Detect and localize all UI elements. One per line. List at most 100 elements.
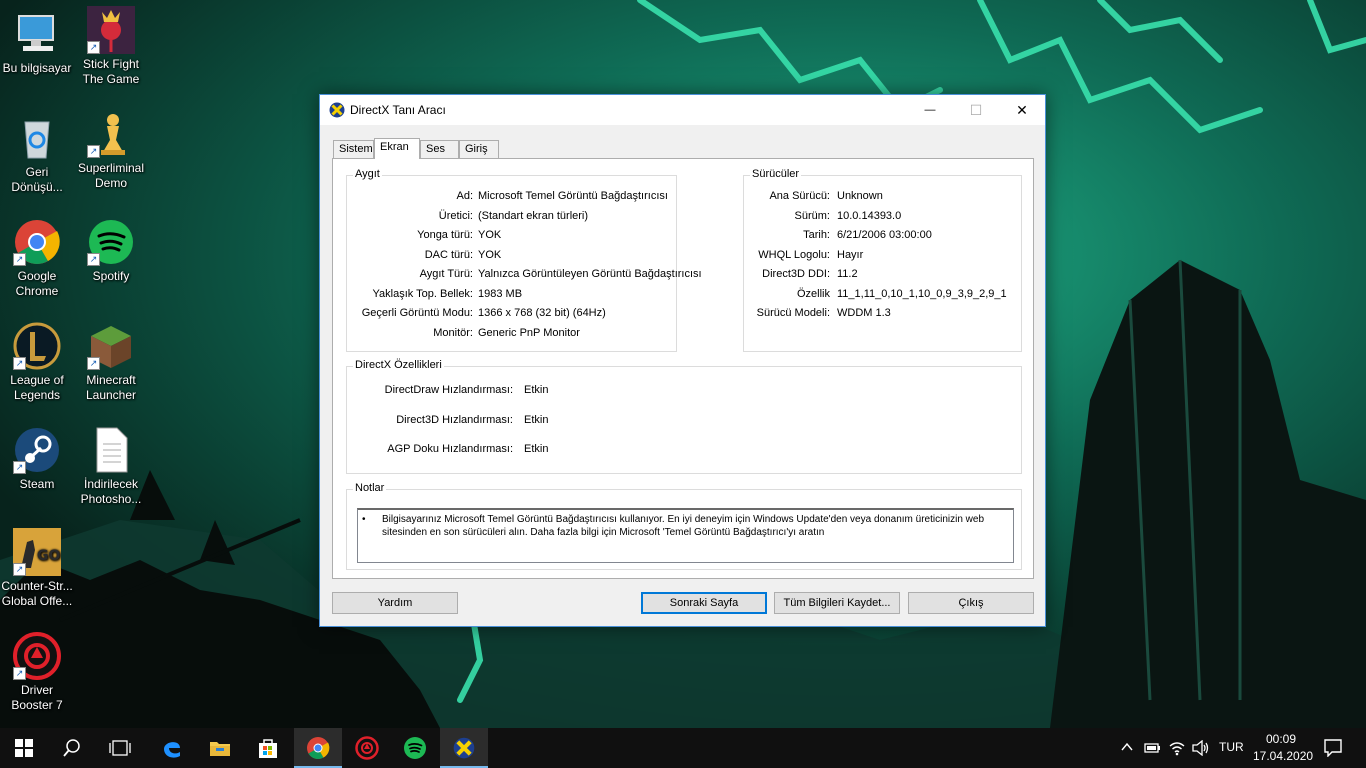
search-button[interactable] bbox=[48, 728, 96, 768]
field-value: 11.2 bbox=[837, 268, 858, 280]
desktop-icon-this-pc[interactable]: Bu bilgisayar bbox=[0, 10, 74, 76]
volume-icon[interactable] bbox=[1192, 740, 1210, 756]
spotify-icon: ↗ bbox=[87, 218, 135, 266]
field-label: Sürüm: bbox=[794, 210, 830, 222]
field-value: Etkin bbox=[524, 443, 549, 455]
display-tab-panel: Aygıt Ad: Microsoft Temel Görüntü Bağdaş… bbox=[332, 158, 1034, 579]
action-center-icon[interactable] bbox=[1324, 739, 1342, 757]
desktop-icon-label: Driver Booster 7 bbox=[11, 683, 63, 712]
desktop-icon-league[interactable]: ↗ League of Legends bbox=[0, 322, 74, 403]
driver-booster-taskbar-button[interactable] bbox=[343, 728, 391, 768]
edge-icon bbox=[164, 742, 180, 758]
directx-features-group: DirectX Özellikleri DirectDraw Hızlandır… bbox=[346, 359, 1022, 474]
field-label: Sürücü Modeli: bbox=[756, 307, 830, 319]
notes-text-box[interactable]: • Bilgisayarınız Microsoft Temel Görüntü… bbox=[357, 508, 1014, 563]
field-label: AGP Doku Hızlandırması: bbox=[387, 443, 513, 455]
tab-system[interactable]: Sistem bbox=[333, 140, 374, 158]
field-label: Tarih: bbox=[803, 229, 830, 241]
spotify-taskbar-button[interactable] bbox=[391, 728, 439, 768]
field-label: Ana Sürücü: bbox=[769, 190, 830, 202]
steam-icon: ↗ bbox=[13, 426, 61, 474]
edge-button[interactable] bbox=[148, 728, 196, 768]
store-button[interactable] bbox=[244, 728, 292, 768]
desktop-icon-csgo[interactable]: GO ↗ Counter-Str... Global Offe... bbox=[0, 528, 74, 609]
computer-icon bbox=[13, 10, 61, 58]
field-value: Unknown bbox=[837, 190, 883, 202]
shortcut-arrow-icon: ↗ bbox=[87, 357, 100, 370]
field-value: 1366 x 768 (32 bit) (64Hz) bbox=[478, 307, 606, 319]
clock-time[interactable]: 00:09 bbox=[1266, 732, 1296, 746]
exit-button[interactable]: Çıkış bbox=[908, 592, 1034, 614]
field-value: 11_1,11_0,10_1,10_0,9_3,9_2,9_1 bbox=[837, 288, 1007, 300]
directx-taskbar-button[interactable] bbox=[440, 728, 488, 768]
help-button[interactable]: Yardım bbox=[332, 592, 458, 614]
minimize-button[interactable]: — bbox=[907, 95, 953, 125]
window-title: DirectX Tanı Aracı bbox=[350, 103, 446, 117]
notes-bullet: • bbox=[362, 514, 366, 525]
desktop-icon-superliminal[interactable]: ↗ Superliminal Demo bbox=[74, 110, 148, 191]
desktop-icon-label: Counter-Str... Global Offe... bbox=[1, 579, 73, 608]
recycle-bin-icon bbox=[13, 114, 61, 162]
desktop-icon-recycle-bin[interactable]: Geri Dönüşü... bbox=[0, 114, 74, 195]
shortcut-arrow-icon: ↗ bbox=[87, 145, 100, 158]
field-value: (Standart ekran türleri) bbox=[478, 210, 589, 222]
desktop-icon-spotify[interactable]: ↗ Spotify bbox=[74, 218, 148, 284]
desktop-icon-steam[interactable]: ↗ Steam bbox=[0, 426, 74, 492]
directx-icon bbox=[329, 102, 345, 118]
directx-icon bbox=[453, 737, 475, 759]
desktop-icon-driver-booster[interactable]: ↗ Driver Booster 7 bbox=[0, 632, 74, 713]
field-value: Hayır bbox=[837, 249, 864, 261]
next-page-button[interactable]: Sonraki Sayfa bbox=[641, 592, 767, 614]
store-icon bbox=[259, 739, 277, 758]
clock-date[interactable]: 17.04.2020 bbox=[1253, 749, 1313, 763]
desktop-icon-stick-fight[interactable]: ↗ Stick Fight The Game bbox=[74, 6, 148, 87]
field-value: Generic PnP Monitor bbox=[478, 327, 580, 339]
field-value: Yalnızca Görüntüleyen Görüntü Bağdaştırı… bbox=[478, 268, 702, 280]
directx-diagnostic-window: DirectX Tanı Aracı — ☐ ✕ Sistem Ekran Se… bbox=[319, 94, 1046, 627]
shortcut-arrow-icon: ↗ bbox=[87, 41, 100, 54]
device-group: Aygıt Ad: Microsoft Temel Görüntü Bağdaş… bbox=[346, 168, 702, 352]
tab-display[interactable]: Ekran bbox=[374, 138, 420, 159]
minecraft-icon: ↗ bbox=[87, 322, 135, 370]
superliminal-icon: ↗ bbox=[87, 110, 135, 158]
shortcut-arrow-icon: ↗ bbox=[13, 357, 26, 370]
title-bar[interactable]: DirectX Tanı Aracı — ☐ ✕ bbox=[320, 95, 1045, 125]
close-button[interactable]: ✕ bbox=[999, 95, 1045, 125]
field-value: WDDM 1.3 bbox=[837, 307, 891, 319]
desktop-icon-chrome[interactable]: ↗ Google Chrome bbox=[0, 218, 74, 299]
start-icon bbox=[15, 739, 33, 757]
language-indicator[interactable]: TUR bbox=[1219, 740, 1244, 754]
desktop-icon-label: Minecraft Launcher bbox=[85, 373, 137, 402]
show-hidden-icons-chevron-icon[interactable] bbox=[1121, 742, 1133, 752]
desktop-icon-label: Stick Fight The Game bbox=[82, 57, 140, 86]
svg-text:GO: GO bbox=[37, 548, 60, 564]
wifi-icon[interactable] bbox=[1168, 740, 1186, 756]
chrome-icon: ↗ bbox=[13, 218, 61, 266]
tab-input[interactable]: Giriş bbox=[459, 140, 499, 158]
file-explorer-icon bbox=[210, 742, 230, 756]
field-label: Ad: bbox=[456, 190, 473, 202]
spotify-icon bbox=[404, 737, 426, 759]
file-explorer-button[interactable] bbox=[196, 728, 244, 768]
desktop-icon-minecraft[interactable]: ↗ Minecraft Launcher bbox=[74, 322, 148, 403]
search-icon bbox=[63, 739, 80, 757]
driver-booster-icon: ↗ bbox=[13, 632, 61, 680]
field-value: YOK bbox=[478, 249, 502, 261]
task-view-button[interactable] bbox=[96, 728, 144, 768]
desktop-icon-label: Google Chrome bbox=[15, 269, 59, 298]
field-label: Geçerli Görüntü Modu: bbox=[361, 307, 473, 319]
taskbar: TUR 00:09 17.04.2020 bbox=[0, 728, 1366, 768]
maximize-button[interactable]: ☐ bbox=[953, 95, 999, 125]
field-value: 10.0.14393.0 bbox=[837, 210, 902, 222]
start-button[interactable] bbox=[0, 728, 48, 768]
desktop-icon-label: Spotify bbox=[92, 269, 130, 283]
field-value: YOK bbox=[478, 229, 502, 241]
battery-icon[interactable] bbox=[1143, 741, 1161, 755]
tab-sound[interactable]: Ses bbox=[420, 140, 459, 158]
save-all-info-button[interactable]: Tüm Bilgileri Kaydet... bbox=[774, 592, 900, 614]
chrome-taskbar-button[interactable] bbox=[294, 728, 342, 768]
field-label: Monitör: bbox=[433, 327, 473, 339]
desktop-icon-document[interactable]: İndirilecek Photosho... bbox=[74, 426, 148, 507]
device-group-label: Aygıt bbox=[353, 168, 382, 180]
desktop-icon-label: Steam bbox=[19, 477, 55, 491]
